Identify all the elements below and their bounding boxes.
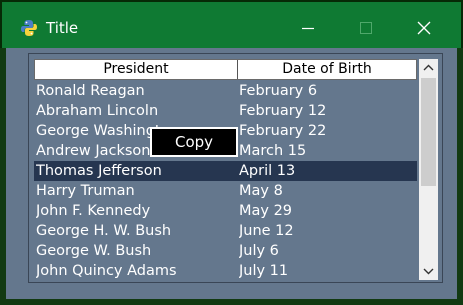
column-header-date-of-birth[interactable]: Date of Birth [238, 60, 416, 79]
president-cell: Thomas Jefferson [36, 163, 162, 179]
scroll-down-arrow-icon[interactable] [419, 263, 438, 280]
window-title: Title [46, 19, 79, 37]
context-menu: Copy [150, 127, 238, 157]
date-cell: February 12 [239, 103, 327, 119]
table-body: Ronald Reagan February 6 Abraham Lincoln… [34, 81, 417, 281]
date-cell: May 29 [239, 203, 293, 219]
president-cell: Ronald Reagan [36, 83, 145, 99]
president-cell: George H. W. Bush [36, 223, 172, 239]
maximize-button[interactable] [352, 14, 380, 42]
copy-menu-item[interactable]: Copy [152, 129, 236, 155]
president-cell: Harry Truman [36, 183, 135, 199]
date-cell: July 11 [239, 263, 289, 279]
date-cell: July 6 [239, 243, 279, 259]
python-icon [21, 20, 37, 36]
table-row[interactable]: Ronald Reagan February 6 [34, 81, 417, 101]
app-window: Title President Date of Birth Ronald Rea… [0, 0, 463, 305]
date-cell: April 13 [239, 163, 296, 179]
date-cell: February 22 [239, 123, 327, 139]
table-row[interactable]: George H. W. Bush June 12 [34, 221, 417, 241]
date-cell: February 6 [239, 83, 318, 99]
president-cell: John F. Kennedy [36, 203, 151, 219]
close-button[interactable] [410, 14, 438, 42]
table-header: President Date of Birth [34, 59, 417, 80]
column-header-president[interactable]: President [35, 60, 238, 79]
president-cell: George W. Bush [36, 243, 152, 259]
scrollbar-thumb[interactable] [421, 78, 436, 186]
table-row[interactable]: Abraham Lincoln February 12 [34, 101, 417, 121]
minimize-button[interactable] [294, 14, 322, 42]
title-bar[interactable]: Title [0, 0, 463, 48]
table-row[interactable]: Harry Truman May 8 [34, 181, 417, 201]
president-table: President Date of Birth Ronald Reagan Fe… [28, 53, 443, 283]
table-row[interactable]: John F. Kennedy May 29 [34, 201, 417, 221]
date-cell: May 8 [239, 183, 283, 199]
vertical-scrollbar[interactable] [419, 59, 438, 280]
table-row[interactable]: George W. Bush July 6 [34, 241, 417, 261]
date-cell: March 15 [239, 143, 307, 159]
table-row[interactable]: John Quincy Adams July 11 [34, 261, 417, 281]
scroll-up-arrow-icon[interactable] [419, 59, 438, 76]
president-cell: John Quincy Adams [36, 263, 177, 279]
president-cell: Abraham Lincoln [36, 103, 159, 119]
table-row-selected[interactable]: Thomas Jefferson April 13 [34, 161, 417, 181]
date-cell: June 12 [239, 223, 294, 239]
